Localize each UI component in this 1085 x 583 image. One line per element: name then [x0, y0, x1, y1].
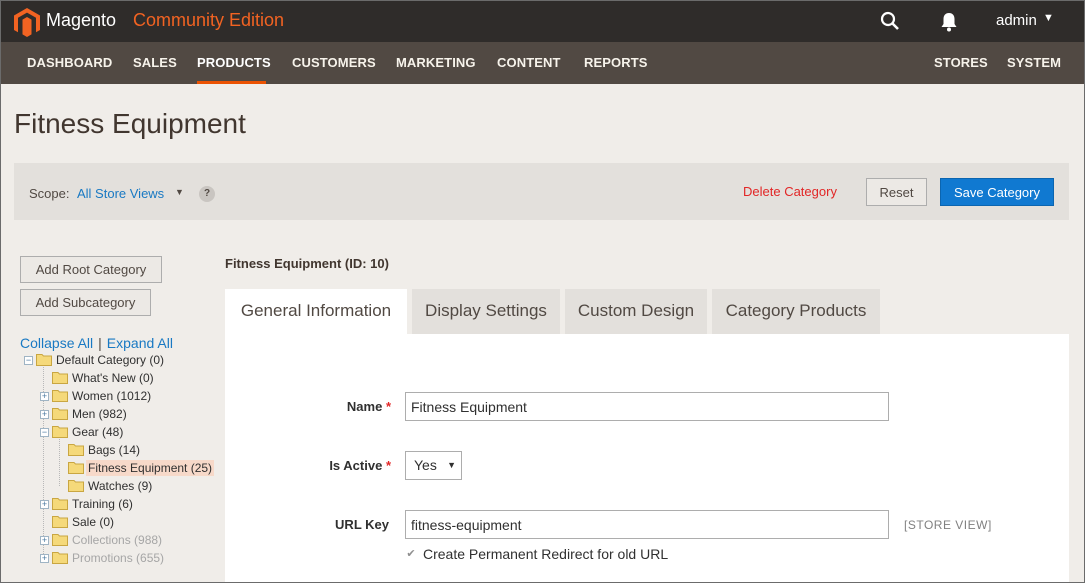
- nav-dashboard[interactable]: DASHBOARD: [27, 55, 112, 70]
- nav-content[interactable]: CONTENT: [497, 55, 561, 70]
- help-icon[interactable]: ?: [199, 186, 215, 202]
- name-label-text: Name: [346, 399, 383, 414]
- reset-button[interactable]: Reset: [866, 178, 927, 206]
- tree-node-label[interactable]: Training (6): [70, 496, 135, 512]
- folder-icon: [68, 480, 84, 492]
- add-root-category-button[interactable]: Add Root Category: [20, 256, 162, 283]
- magento-logo-icon: [14, 8, 40, 37]
- active-nav-indicator: [197, 81, 266, 84]
- top-bar: Magento Community Edition admin ▼: [1, 1, 1084, 42]
- redirect-checkbox[interactable]: ✔: [405, 548, 417, 560]
- tree-node[interactable]: Sale (0): [52, 514, 116, 532]
- bell-icon[interactable]: [939, 11, 959, 33]
- chevron-down-icon: ▼: [447, 460, 456, 470]
- tree-node-label[interactable]: Fitness Equipment (25): [86, 460, 215, 476]
- required-marker: *: [385, 458, 391, 473]
- tree-node-label[interactable]: What's New (0): [70, 370, 156, 386]
- folder-icon: [68, 462, 84, 474]
- is-active-label-text: Is Active: [329, 458, 383, 473]
- nav-products[interactable]: PRODUCTS: [197, 55, 271, 70]
- expand-toggle-icon[interactable]: +: [40, 500, 49, 509]
- required-marker: *: [385, 399, 391, 414]
- tree-node[interactable]: + Women (1012): [40, 388, 153, 406]
- expand-toggle-icon[interactable]: +: [40, 410, 49, 419]
- nav-sales[interactable]: SALES: [133, 55, 177, 70]
- category-heading: Fitness Equipment (ID: 10): [225, 256, 389, 271]
- page-actions-bar: Scope: All Store Views ▼ ? Delete Catego…: [14, 163, 1069, 220]
- name-label: Name *: [331, 399, 391, 414]
- tree-node[interactable]: + Collections (988): [40, 532, 164, 550]
- expand-toggle-icon[interactable]: +: [40, 392, 49, 401]
- edition-name: Community Edition: [133, 10, 285, 30]
- nav-stores[interactable]: STORES: [934, 55, 988, 70]
- folder-icon: [52, 426, 68, 438]
- tree-node-label[interactable]: Sale (0): [70, 514, 116, 530]
- folder-icon: [52, 534, 68, 546]
- search-icon[interactable]: [880, 11, 900, 31]
- is-active-value: Yes: [414, 457, 437, 473]
- scope-label: Scope:: [29, 186, 70, 201]
- is-active-label: Is Active *: [311, 458, 391, 473]
- folder-icon: [52, 372, 68, 384]
- user-menu[interactable]: admin: [996, 12, 1037, 29]
- nav-marketing[interactable]: MARKETING: [396, 55, 476, 70]
- folder-icon: [52, 552, 68, 564]
- expand-toggle-icon[interactable]: +: [40, 554, 49, 563]
- tree-node[interactable]: Bags (14): [68, 442, 142, 460]
- tree-node-label[interactable]: Watches (9): [86, 478, 154, 494]
- tree-node-label[interactable]: Collections (988): [70, 532, 164, 548]
- scope-switcher[interactable]: All Store Views: [77, 186, 164, 201]
- tree-node[interactable]: + Men (982): [40, 406, 129, 424]
- folder-icon: [68, 444, 84, 456]
- nav-system[interactable]: SYSTEM: [1007, 55, 1061, 70]
- folder-icon: [52, 408, 68, 420]
- tree-node-label[interactable]: Men (982): [70, 406, 129, 422]
- name-field[interactable]: [405, 392, 889, 421]
- folder-icon: [36, 354, 52, 366]
- tree-node[interactable]: − Default Category (0): [24, 352, 166, 370]
- tree-node-selected[interactable]: Fitness Equipment (25): [68, 460, 215, 478]
- brand-name: Magento: [46, 10, 117, 30]
- is-active-select[interactable]: Yes ▼: [405, 451, 462, 480]
- collapse-all-link[interactable]: Collapse All: [20, 335, 93, 351]
- url-key-field[interactable]: [405, 510, 889, 539]
- tree-links-separator: |: [98, 335, 102, 351]
- tree-node-label[interactable]: Gear (48): [70, 424, 125, 440]
- tab-custom-design[interactable]: Custom Design: [565, 289, 707, 334]
- nav-reports[interactable]: REPORTS: [584, 55, 648, 70]
- scope-note: [STORE VIEW]: [904, 518, 992, 532]
- expand-toggle-icon[interactable]: +: [40, 536, 49, 545]
- expand-all-link[interactable]: Expand All: [107, 335, 173, 351]
- tree-node[interactable]: − Gear (48): [40, 424, 125, 442]
- tab-general-information[interactable]: General Information: [225, 289, 407, 334]
- chevron-down-icon[interactable]: ▼: [1043, 12, 1054, 24]
- tree-controls: Collapse All | Expand All: [20, 335, 173, 351]
- tree-node-label[interactable]: Promotions (655): [70, 550, 166, 566]
- tree-node-label[interactable]: Default Category (0): [54, 352, 166, 368]
- main-nav: DASHBOARD SALES PRODUCTS CUSTOMERS MARKE…: [1, 42, 1084, 84]
- nav-customers[interactable]: CUSTOMERS: [292, 55, 376, 70]
- redirect-checkbox-label[interactable]: Create Permanent Redirect for old URL: [423, 546, 668, 562]
- add-subcategory-button[interactable]: Add Subcategory: [20, 289, 151, 316]
- folder-icon: [52, 390, 68, 402]
- save-category-button[interactable]: Save Category: [940, 178, 1054, 206]
- tree-node[interactable]: + Training (6): [40, 496, 135, 514]
- collapse-toggle-icon[interactable]: −: [24, 356, 33, 365]
- url-key-label: URL Key: [335, 517, 389, 532]
- tree-node[interactable]: + Promotions (655): [40, 550, 166, 568]
- tree-node-label[interactable]: Bags (14): [86, 442, 142, 458]
- tab-display-settings[interactable]: Display Settings: [412, 289, 560, 334]
- page-title: Fitness Equipment: [14, 108, 246, 139]
- delete-category-button[interactable]: Delete Category: [743, 184, 837, 199]
- tree-node-label[interactable]: Women (1012): [70, 388, 153, 404]
- folder-icon: [52, 516, 68, 528]
- chevron-down-icon[interactable]: ▼: [175, 187, 184, 197]
- collapse-toggle-icon[interactable]: −: [40, 428, 49, 437]
- folder-icon: [52, 498, 68, 510]
- tab-category-products[interactable]: Category Products: [712, 289, 880, 334]
- tree-node[interactable]: What's New (0): [52, 370, 156, 388]
- tree-node[interactable]: Watches (9): [68, 478, 154, 496]
